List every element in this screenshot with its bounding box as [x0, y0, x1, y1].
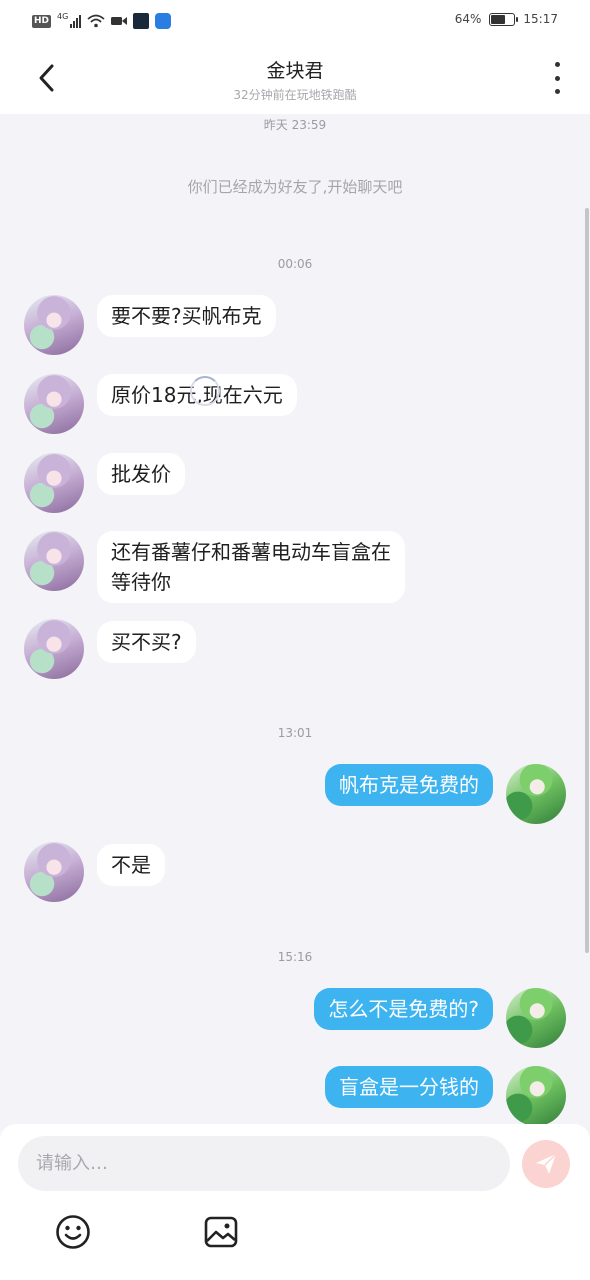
- timestamp: 00:06: [277, 257, 313, 271]
- app-notification-icon: [133, 13, 150, 29]
- hd-badge: HD: [32, 14, 52, 28]
- message-bubble-sent[interactable]: 怎么不是免费的?: [314, 988, 493, 1030]
- contact-name: 金块君: [266, 60, 324, 82]
- status-left-icons: HD 4G: [32, 11, 172, 31]
- chat-area[interactable]: 昨天 23:59 你们已经成为好友了,开始聊天吧 00:06 要不要?买帆布克 …: [0, 114, 590, 1124]
- contact-avatar[interactable]: [24, 374, 84, 434]
- timestamp: 15:16: [277, 950, 313, 964]
- message-input[interactable]: [18, 1136, 510, 1191]
- contact-avatar[interactable]: [24, 531, 84, 591]
- status-right: 64% 15:17: [455, 12, 558, 26]
- my-avatar[interactable]: [506, 764, 566, 824]
- clock: 15:17: [523, 12, 558, 26]
- chat-scrollbar[interactable]: [585, 208, 589, 953]
- message-bubble-received[interactable]: 要不要?买帆布克: [97, 295, 276, 337]
- message-bubble-sent[interactable]: 盲盒是一分钱的: [325, 1066, 493, 1108]
- more-dot-icon: [554, 62, 560, 67]
- image-button[interactable]: [201, 1212, 241, 1252]
- message-bubble-received[interactable]: 买不买?: [97, 621, 196, 663]
- my-avatar[interactable]: [506, 1066, 566, 1124]
- chat-header: 金块君 32分钟前在玩地铁跑酷: [0, 42, 590, 114]
- my-avatar[interactable]: [506, 988, 566, 1048]
- composer-bar: [0, 1124, 590, 1280]
- more-dot-icon: [554, 75, 560, 81]
- timestamp: 昨天 23:59: [263, 118, 327, 132]
- contact-avatar[interactable]: [24, 295, 84, 355]
- contact-avatar[interactable]: [24, 453, 84, 513]
- system-message: 你们已经成为好友了,开始聊天吧: [187, 178, 403, 196]
- battery-percent: 64%: [454, 12, 482, 26]
- more-options-button[interactable]: [548, 62, 566, 94]
- emoji-button[interactable]: [53, 1212, 93, 1252]
- message-bubble-sent[interactable]: 帆布克是免费的: [325, 764, 493, 806]
- status-bar: HD 4G 64% 15:17: [0, 0, 590, 42]
- send-icon: [536, 1153, 557, 1174]
- video-call-icon: [111, 17, 128, 25]
- timestamp: 13:01: [277, 726, 313, 740]
- contact-status: 32分钟前在玩地铁跑酷: [233, 88, 357, 102]
- contact-avatar[interactable]: [24, 842, 84, 902]
- battery-level: [491, 14, 505, 24]
- send-button[interactable]: [522, 1140, 570, 1188]
- image-icon: [204, 1216, 238, 1248]
- wifi-icon: [87, 14, 105, 28]
- message-bubble-received[interactable]: 批发价: [97, 453, 185, 495]
- bulb-notification-icon: [155, 13, 172, 29]
- loading-spinner-icon: [190, 376, 220, 406]
- battery-icon: [489, 12, 519, 26]
- network-type: 4G: [57, 11, 69, 21]
- message-bubble-received[interactable]: 不是: [97, 844, 165, 886]
- contact-avatar[interactable]: [24, 619, 84, 679]
- signal-icon: [70, 14, 82, 28]
- more-dot-icon: [554, 89, 560, 94]
- message-bubble-received[interactable]: 还有番薯仔和番薯电动车盲盒在 等待你: [97, 531, 405, 603]
- emoji-icon: [56, 1215, 90, 1249]
